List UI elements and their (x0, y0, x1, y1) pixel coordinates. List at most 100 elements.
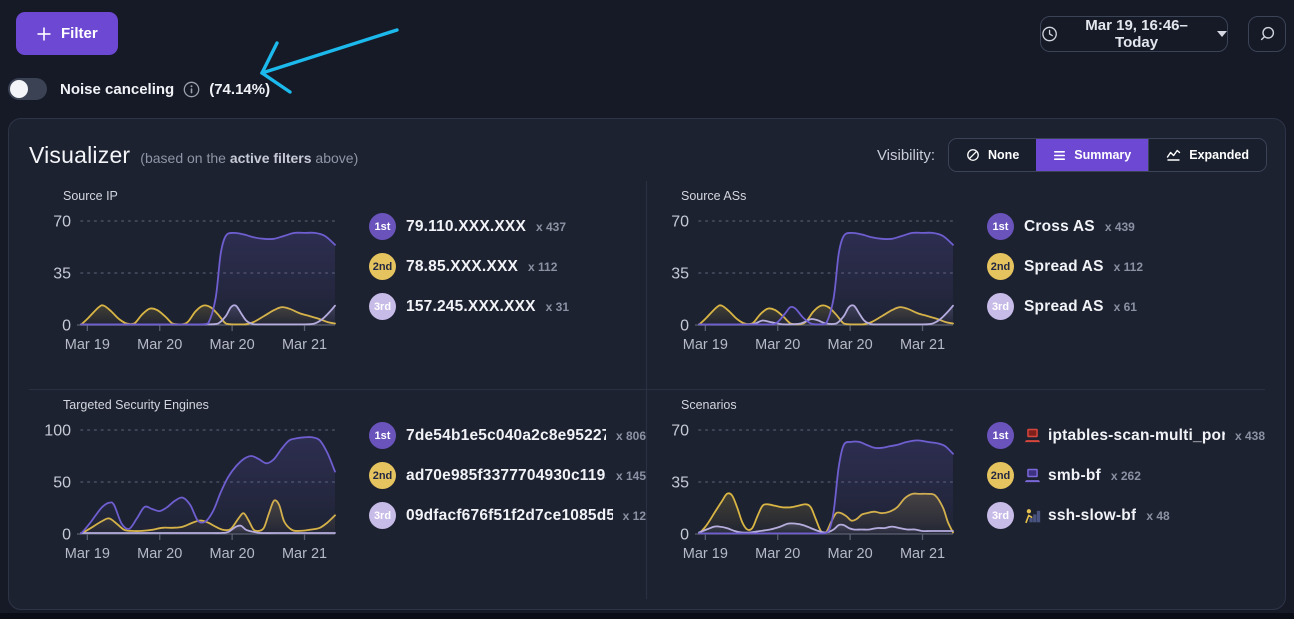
visualizer-header: Visualizer (based on the active filters … (9, 119, 1285, 177)
legend-item[interactable]: 1st Cross AS x 439 (987, 213, 1265, 240)
svg-text:35: 35 (53, 266, 71, 283)
legend-count: x 61 (1114, 300, 1137, 314)
chart-canvas: 050100Mar 19Mar 20Mar 20Mar 21 (39, 412, 343, 562)
svg-text:Mar 20: Mar 20 (210, 337, 255, 353)
svg-text:35: 35 (671, 266, 689, 283)
visibility-segmented-control: None Summary Expanded (948, 138, 1267, 172)
info-icon[interactable] (183, 81, 200, 98)
svg-text:70: 70 (53, 214, 71, 231)
search-icon (1258, 25, 1276, 43)
rank-badge: 2nd (987, 462, 1014, 489)
chart-title: Scenarios (681, 398, 975, 412)
svg-text:0: 0 (62, 318, 71, 335)
svg-text:Mar 21: Mar 21 (900, 337, 945, 353)
chart-title: Targeted Security Engines (63, 398, 357, 412)
legend-label: 157.245.XXX.XXX (406, 298, 536, 316)
legend-item[interactable]: 2ndsmb-bfx 262 (987, 462, 1265, 489)
visibility-expanded-button[interactable]: Expanded (1148, 139, 1266, 171)
rank-badge: 3rd (369, 293, 396, 320)
filter-button[interactable]: Filter (16, 12, 118, 55)
svg-text:Mar 20: Mar 20 (828, 546, 873, 562)
svg-text:Mar 19: Mar 19 (65, 546, 110, 562)
chart-canvas: 03570Mar 19Mar 20Mar 20Mar 21 (657, 412, 961, 562)
legend-label: 7de54b1e5c040a2c8e952278a3c3... (406, 427, 606, 445)
plus-icon (36, 26, 52, 42)
noise-canceling-row: Noise canceling (74.14%) (8, 78, 270, 100)
legend-label: 78.85.XXX.XXX (406, 258, 518, 276)
legend-item[interactable]: 3rdSpread ASx 61 (987, 293, 1265, 320)
svg-text:Mar 21: Mar 21 (282, 546, 327, 562)
svg-text:Mar 20: Mar 20 (755, 546, 800, 562)
visibility-label: Visibility: (877, 147, 935, 164)
summary-icon (1053, 149, 1066, 162)
clock-icon (1041, 25, 1058, 43)
legend-label: Cross AS (1024, 218, 1095, 236)
rank-badge: 1st (987, 213, 1014, 240)
legend-label: Spread AS (1024, 298, 1104, 316)
rank-badge: 3rd (369, 502, 396, 529)
legend-count: x 112 (528, 260, 557, 274)
svg-text:0: 0 (680, 318, 689, 335)
chart-quadrant: Source ASs03570Mar 19Mar 20Mar 20Mar 211… (647, 181, 1265, 390)
legend-count: x 145 (616, 469, 646, 483)
rank-badge: 1st (369, 422, 396, 449)
legend-item[interactable]: 1st79.110.XXX.XXXx 437 (369, 213, 646, 240)
legend-label: ad70e985f3377704930c119a85ccf... (406, 467, 606, 485)
svg-text:Mar 20: Mar 20 (137, 337, 182, 353)
chart-quadrant: Source IP03570Mar 19Mar 20Mar 20Mar 211s… (29, 181, 647, 390)
search-button[interactable] (1248, 16, 1286, 52)
legend-item[interactable]: 3rdssh-slow-bfx 48 (987, 502, 1265, 529)
legend-count: x 439 (1105, 220, 1135, 234)
legend-count: x 48 (1146, 509, 1169, 523)
svg-text:Mar 20: Mar 20 (210, 546, 255, 562)
chart-title: Source ASs (681, 189, 975, 203)
rank-badge: 3rd (987, 502, 1014, 529)
svg-text:70: 70 (671, 423, 689, 440)
none-icon (966, 148, 980, 162)
noise-canceling-percentage: (74.14%) (209, 81, 270, 98)
noise-canceling-toggle[interactable] (8, 78, 47, 100)
legend-label: smb-bf (1048, 467, 1101, 485)
legend-item[interactable]: 3rd157.245.XXX.XXXx 31 (369, 293, 646, 320)
legend-label: 79.110.XXX.XXX (406, 218, 526, 236)
page-bottom-edge (0, 613, 1294, 619)
svg-text:Mar 19: Mar 19 (683, 546, 728, 562)
chart-legend: 1st7de54b1e5c040a2c8e952278a3c3...x 8062… (369, 398, 646, 599)
svg-text:100: 100 (44, 423, 71, 440)
chart-quadrant: Scenarios03570Mar 19Mar 20Mar 20Mar 211s… (647, 390, 1265, 599)
svg-text:Mar 19: Mar 19 (683, 337, 728, 353)
legend-count: x 112 (1114, 260, 1143, 274)
chart-legend: 1stCross ASx 4392ndSpread ASx 1123rdSpre… (987, 189, 1265, 389)
person-steps-icon (1024, 507, 1041, 524)
svg-text:50: 50 (53, 475, 71, 492)
legend-item[interactable]: 1st 7de54b1e5c040a2c8e952278a3c3... x 806 (369, 422, 646, 449)
legend-label: Spread AS (1024, 258, 1104, 276)
date-range-button[interactable]: Mar 19, 16:46–Today (1040, 16, 1228, 52)
legend-item[interactable]: 1stiptables-scan-multi_portsx 438 (987, 422, 1265, 449)
legend-count: x 12 (623, 509, 646, 523)
legend-item[interactable]: 2ndSpread ASx 112 (987, 253, 1265, 280)
legend-item[interactable]: 3rd 09dfacf676f51f2d7ce1085d52b6061f x 12 (369, 502, 646, 529)
toggle-knob (10, 80, 28, 98)
laptop-red-icon (1024, 427, 1041, 444)
noise-canceling-label: Noise canceling (60, 81, 174, 98)
legend-label: 09dfacf676f51f2d7ce1085d52b6061f (406, 507, 613, 525)
legend-item[interactable]: 2ndad70e985f3377704930c119a85ccf...x 145 (369, 462, 646, 489)
legend-count: x 438 (1235, 429, 1265, 443)
legend-count: x 806 (616, 429, 646, 443)
charts-grid: Source IP03570Mar 19Mar 20Mar 20Mar 211s… (29, 181, 1265, 599)
laptop-purple-icon (1024, 467, 1041, 484)
visibility-none-button[interactable]: None (949, 139, 1036, 171)
chart-quadrant: Targeted Security Engines050100Mar 19Mar… (29, 390, 647, 599)
legend-item[interactable]: 2nd78.85.XXX.XXXx 112 (369, 253, 646, 280)
visibility-summary-button[interactable]: Summary (1036, 139, 1148, 171)
expanded-icon (1166, 148, 1181, 162)
rank-badge: 1st (987, 422, 1014, 449)
svg-text:Mar 21: Mar 21 (282, 337, 327, 353)
svg-text:35: 35 (671, 475, 689, 492)
date-range-label: Mar 19, 16:46–Today (1067, 17, 1206, 51)
svg-text:Mar 21: Mar 21 (900, 546, 945, 562)
rank-badge: 1st (369, 213, 396, 240)
visualizer-panel: Visualizer (based on the active filters … (8, 118, 1286, 610)
chart-legend: 1stiptables-scan-multi_portsx 438 2nd smb-… (987, 398, 1265, 599)
